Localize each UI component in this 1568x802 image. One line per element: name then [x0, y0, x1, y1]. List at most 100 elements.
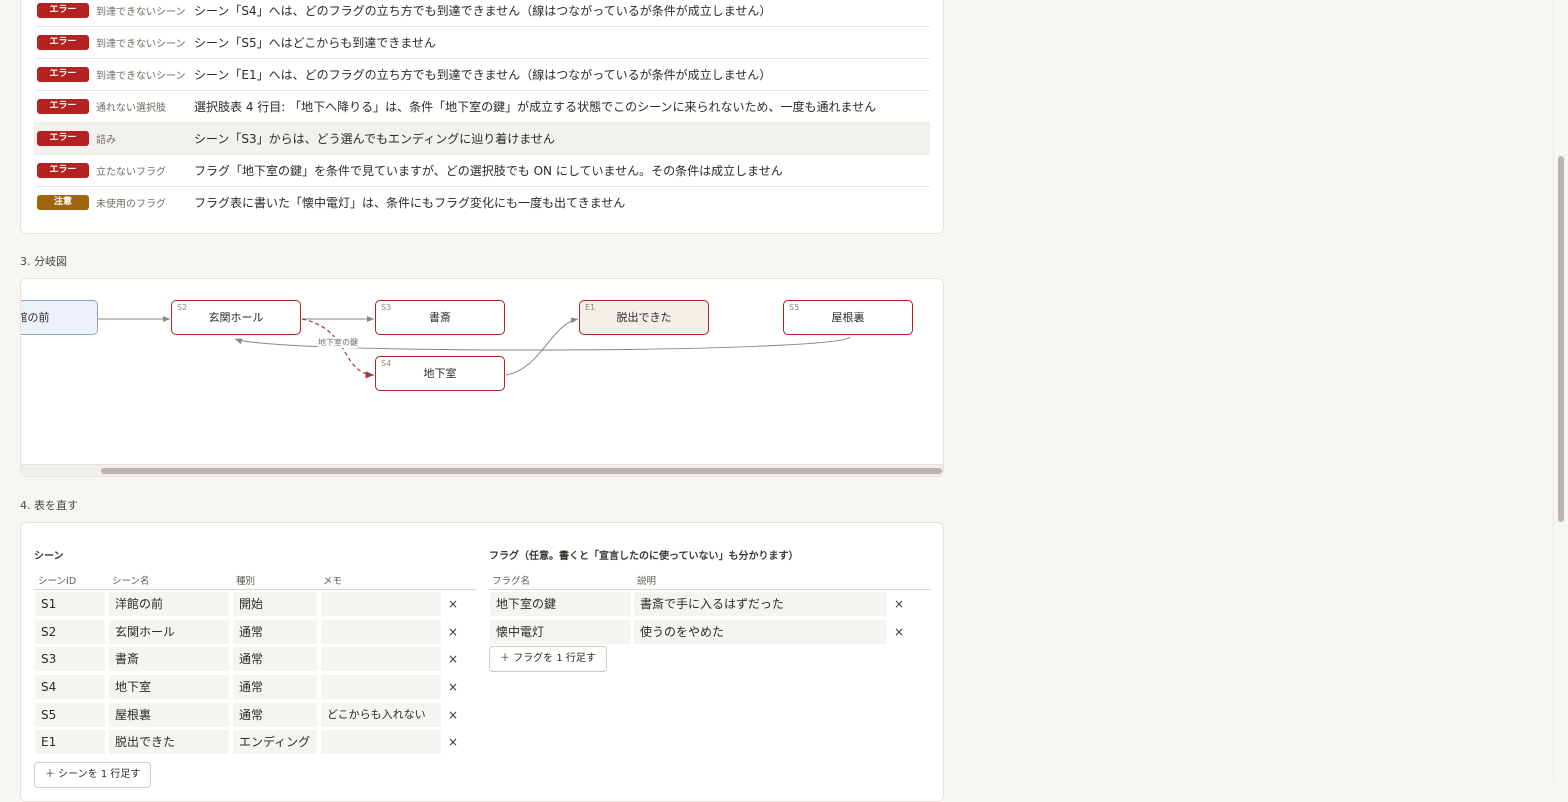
- column-header: メモ: [323, 576, 343, 587]
- edge-s4-e1: [505, 317, 579, 376]
- issue-message: シーン「E1」へは、どのフラグの立ち方でも到達できません（線はつながっているが条…: [194, 68, 772, 82]
- issue-category: 立たないフラグ: [96, 167, 166, 178]
- scene-node-s3[interactable]: S3 書斎: [375, 300, 505, 335]
- table-row: S5 屋根裏 通常 どこからも入れない ×: [34, 701, 476, 729]
- scene-node-e1[interactable]: E1 脱出できた: [579, 300, 709, 335]
- column-header: 種別: [236, 576, 256, 587]
- scene-id-field[interactable]: S3: [35, 647, 105, 671]
- delete-row-button[interactable]: ×: [894, 592, 904, 616]
- table-row: S3 書斎 通常 ×: [34, 645, 476, 673]
- add-scene-button[interactable]: ＋ シーンを 1 行足す: [34, 762, 152, 788]
- error-badge: エラー: [37, 67, 89, 82]
- scene-node-id: S5: [789, 303, 800, 312]
- warning-badge: 注意: [37, 195, 89, 210]
- scene-memo-field[interactable]: [321, 592, 441, 616]
- issue-message: フラグ「地下室の鍵」を条件で見ていますが、どの選択肢でも ON にしていません。…: [194, 164, 783, 178]
- issue-message: フラグ表に書いた「懐中電灯」は、条件にもフラグ変化にも一度も出てきません: [194, 196, 626, 210]
- flag-name-field[interactable]: 懐中電灯: [490, 620, 631, 644]
- issue-message: シーン「S5」へはどこからも到達できません: [194, 36, 436, 50]
- issue-row: エラー 到達できないシーン シーン「E1」へは、どのフラグの立ち方でも到達できま…: [34, 59, 930, 91]
- scene-node-s5[interactable]: S5 屋根裏: [783, 300, 913, 335]
- scene-id-field[interactable]: E1: [35, 730, 105, 754]
- delete-row-button[interactable]: ×: [448, 730, 458, 754]
- scene-memo-field[interactable]: どこからも入れない: [321, 703, 441, 727]
- column-header: シーンID: [38, 576, 77, 587]
- scene-id-field[interactable]: S5: [35, 703, 105, 727]
- edge-condition-label: 地下室の鍵: [318, 337, 358, 348]
- scene-kind-field[interactable]: 通常: [233, 703, 317, 727]
- scene-node-label: 玄関ホール: [208, 311, 264, 324]
- error-badge: エラー: [37, 99, 89, 114]
- issue-row: エラー 立たないフラグ フラグ「地下室の鍵」を条件で見ていますが、どの選択肢でも…: [34, 155, 930, 187]
- flag-description-field[interactable]: 書斎で手に入るはずだった: [634, 592, 887, 616]
- scene-memo-field[interactable]: [321, 675, 441, 699]
- error-badge: エラー: [37, 3, 89, 18]
- vertical-scrollbar-thumb[interactable]: [1558, 156, 1564, 522]
- scene-memo-field[interactable]: [321, 647, 441, 671]
- flags-table-header: フラグ名 説明: [489, 571, 931, 590]
- scene-node-label: 書斎: [429, 311, 451, 324]
- scene-node-s4[interactable]: S4 地下室: [375, 356, 505, 391]
- delete-row-button[interactable]: ×: [448, 703, 458, 727]
- flag-description-field[interactable]: 使うのをやめた: [634, 620, 887, 644]
- delete-row-button[interactable]: ×: [448, 620, 458, 644]
- scene-name-field[interactable]: 洋館の前: [109, 592, 229, 616]
- scene-kind-field[interactable]: 開始: [233, 592, 317, 616]
- scene-node-id: S4: [381, 359, 392, 368]
- scene-kind-field[interactable]: エンディング: [233, 730, 317, 754]
- scene-node-id: S3: [381, 303, 392, 312]
- column-header: フラグ名: [492, 576, 531, 587]
- delete-row-button[interactable]: ×: [894, 620, 904, 644]
- tables-card: シーン シーンID シーン名 種別 メモ S1 洋館の前 開始 × S2 玄関ホ…: [20, 522, 944, 802]
- scene-id-field[interactable]: S4: [35, 675, 105, 699]
- issue-row: 注意 未使用のフラグ フラグ表に書いた「懐中電灯」は、条件にもフラグ変化にも一度…: [34, 187, 930, 218]
- scene-node-label: 地下室: [423, 367, 457, 380]
- issue-row[interactable]: エラー 詰み シーン「S3」からは、どう選んでもエンディングに辿り着けません: [34, 123, 930, 155]
- scene-name-field[interactable]: 脱出できた: [109, 730, 229, 754]
- scene-kind-field[interactable]: 通常: [233, 675, 317, 699]
- scene-kind-field[interactable]: 通常: [233, 620, 317, 644]
- issue-category: 到達できないシーン: [96, 39, 186, 50]
- scene-node-id: S2: [177, 303, 188, 312]
- scene-kind-field[interactable]: 通常: [233, 647, 317, 671]
- delete-row-button[interactable]: ×: [448, 592, 458, 616]
- scene-node-s1[interactable]: 館の前: [21, 300, 98, 335]
- scene-node-id: E1: [585, 303, 596, 312]
- table-row: S1 洋館の前 開始 ×: [34, 590, 476, 618]
- table-row: 地下室の鍵 書斎で手に入るはずだった ×: [489, 590, 931, 618]
- scene-node-label: 屋根裏: [831, 311, 865, 324]
- scene-memo-field[interactable]: [321, 620, 441, 644]
- issue-category: 未使用のフラグ: [96, 199, 166, 210]
- issue-category: 到達できないシーン: [96, 71, 186, 82]
- add-flag-button[interactable]: ＋ フラグを 1 行足す: [489, 646, 607, 672]
- error-badge: エラー: [37, 131, 89, 146]
- scene-node-label: 脱出できた: [616, 311, 672, 324]
- section-title-tables: 4. 表を直す: [20, 499, 78, 512]
- scene-name-field[interactable]: 書斎: [109, 647, 229, 671]
- scene-name-field[interactable]: 屋根裏: [109, 703, 229, 727]
- issue-message: 選択肢表 4 行目: 「地下へ降りる」は、条件「地下室の鍵」が成立する状態でこの…: [194, 100, 877, 114]
- section-title-diagram: 3. 分岐図: [20, 255, 67, 268]
- scene-memo-field[interactable]: [321, 730, 441, 754]
- delete-row-button[interactable]: ×: [448, 647, 458, 671]
- issue-message: シーン「S3」からは、どう選んでもエンディングに辿り着けません: [194, 132, 555, 146]
- scene-name-field[interactable]: 地下室: [109, 675, 229, 699]
- error-badge: エラー: [37, 163, 89, 178]
- issue-row: エラー 到達できないシーン シーン「S5」へはどこからも到達できません: [34, 27, 930, 59]
- horizontal-scrollbar[interactable]: [21, 464, 943, 476]
- horizontal-scrollbar-thumb[interactable]: [101, 468, 942, 474]
- vertical-scrollbar[interactable]: [1553, 0, 1568, 782]
- issue-category: 到達できないシーン: [96, 7, 186, 18]
- scene-id-field[interactable]: S1: [35, 592, 105, 616]
- flag-name-field[interactable]: 地下室の鍵: [490, 592, 631, 616]
- column-header: 説明: [637, 576, 657, 587]
- scene-id-field[interactable]: S2: [35, 620, 105, 644]
- issue-row: エラー 到達できないシーン シーン「S4」へは、どのフラグの立ち方でも到達できま…: [34, 0, 930, 27]
- issue-message: シーン「S4」へは、どのフラグの立ち方でも到達できません（線はつながっているが条…: [194, 4, 772, 18]
- table-row: S4 地下室 通常 ×: [34, 673, 476, 701]
- scene-node-s2[interactable]: S2 玄関ホール: [171, 300, 301, 335]
- scene-name-field[interactable]: 玄関ホール: [109, 620, 229, 644]
- issue-row: エラー 通れない選択肢 選択肢表 4 行目: 「地下へ降りる」は、条件「地下室の…: [34, 91, 930, 123]
- flags-table-title: フラグ（任意。書くと「宣言したのに使っていない」も分かります）: [489, 551, 799, 562]
- delete-row-button[interactable]: ×: [448, 675, 458, 699]
